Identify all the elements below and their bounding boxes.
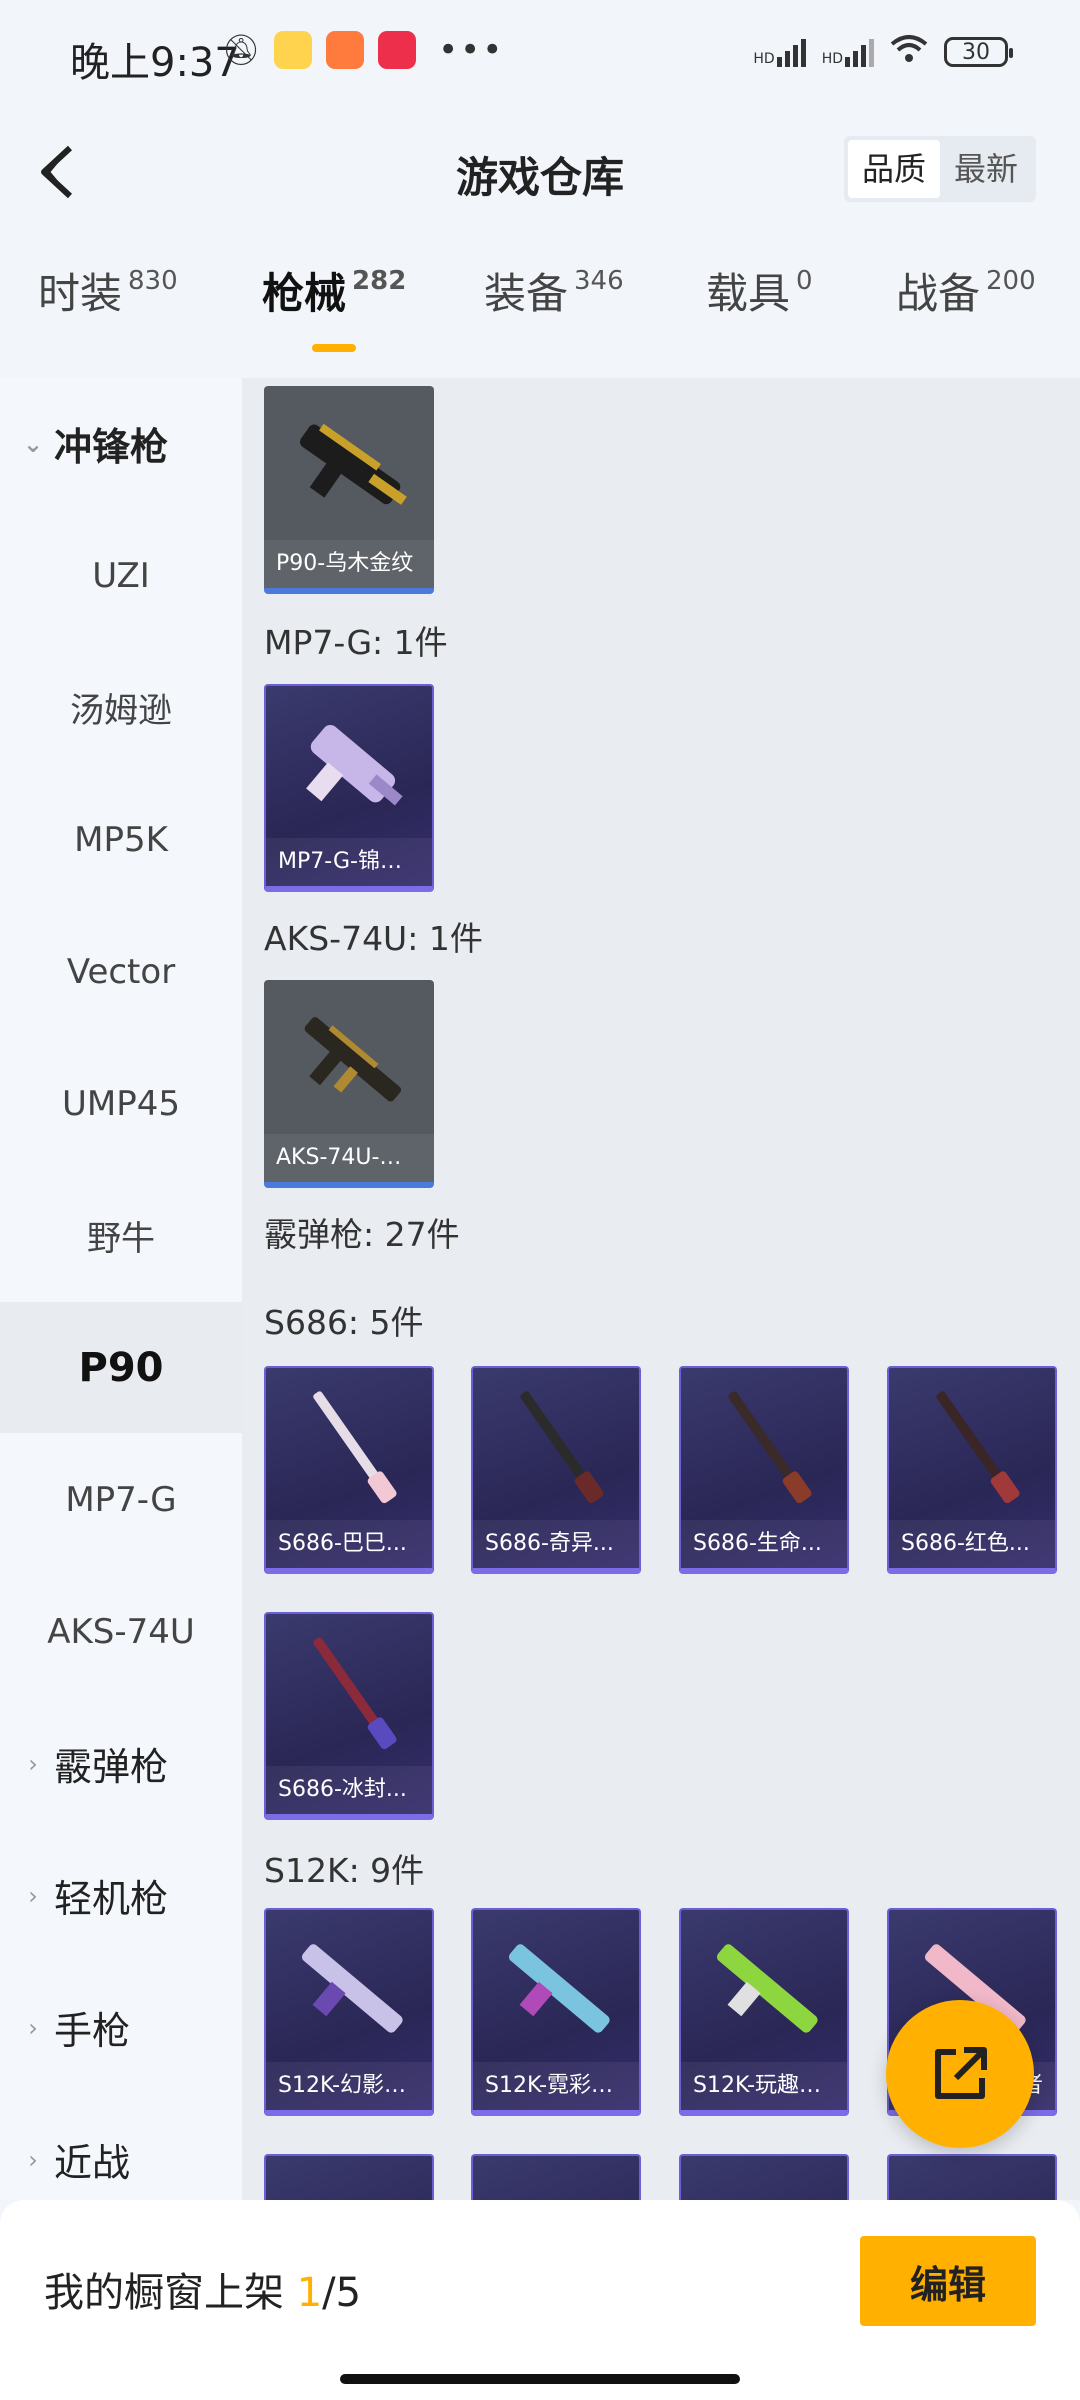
section-header-aks74u: AKS-74U: 1件	[264, 919, 483, 958]
section-header-mp7g: MP7-G: 1件	[264, 623, 448, 662]
weapon-card[interactable]: S686-生命...	[679, 1366, 849, 1574]
sidebar-group-smg[interactable]: ⌄ 冲锋枪	[0, 378, 242, 509]
section-header-s686: S686: 5件	[264, 1303, 424, 1342]
s12k-weapon-icon	[301, 1944, 403, 2033]
sidebar-item-p90[interactable]: P90	[0, 1302, 242, 1433]
signal-2-icon: HD	[822, 37, 874, 67]
sort-newest-option[interactable]: 最新	[940, 140, 1032, 198]
weapon-card[interactable]: S12K-幻影战神	[264, 1908, 434, 2116]
weapon-card[interactable]: S12K-霓彩脉冲	[471, 1908, 641, 2116]
weapon-card[interactable]: MP7-G-锦灰...	[264, 684, 434, 892]
sidebar-item-thompson[interactable]: 汤姆逊	[0, 642, 242, 773]
status-right-icons: HD HD 30	[753, 34, 1013, 70]
sidebar-item-vector[interactable]: Vector	[0, 906, 242, 1037]
muted-bell-icon: 🔕︎	[222, 32, 261, 68]
weapon-category-sidebar: ⌄ 冲锋枪 UZI 汤姆逊 MP5K Vector UMP45 野牛 P90 MP…	[0, 378, 242, 2200]
sidebar-group-shotgun[interactable]: › 霰弹枪	[0, 1698, 242, 1829]
weapon-card[interactable]: AKS-74U-乌...	[264, 980, 434, 1188]
app-icon-red	[378, 31, 417, 69]
weapon-card[interactable]: P90-乌木金纹	[264, 386, 434, 594]
active-tab-indicator	[312, 344, 356, 352]
s686-weapon-icon	[728, 1391, 812, 1504]
sidebar-group-lmg[interactable]: › 轻机枪	[0, 1830, 242, 1961]
battery-icon: 30	[944, 37, 1013, 67]
chevron-down-icon: ⌄	[22, 429, 44, 458]
showcase-count-label: 我的橱窗上架 1/5	[44, 2270, 362, 2316]
s686-weapon-icon	[936, 1391, 1020, 1504]
sidebar-item-bizon[interactable]: 野牛	[0, 1170, 242, 1301]
category-tabs: 时装 830 枪械 282 装备 346 载具 0 战备 200	[0, 260, 1080, 360]
edit-button[interactable]: 编辑	[860, 2236, 1036, 2326]
more-dots-icon: •••	[438, 30, 505, 70]
s686-weapon-icon	[313, 1391, 397, 1504]
section-header-shotgun: 霰弹枪: 27件	[264, 1215, 460, 1254]
chevron-right-icon: ›	[28, 1749, 38, 1778]
section-header-s12k: S12K: 9件	[264, 1851, 425, 1890]
s12k-weapon-icon	[716, 1944, 818, 2033]
chevron-right-icon: ›	[28, 2013, 38, 2042]
showcase-bottom-bar: 我的橱窗上架 1/5 编辑	[0, 2200, 1080, 2400]
weapon-card[interactable]	[679, 2154, 849, 2200]
share-fab-button[interactable]	[886, 2000, 1034, 2148]
p90-weapon-icon	[299, 423, 407, 505]
weapon-grid: P90-乌木金纹 MP7-G: 1件 MP7-G-锦灰... AKS-74U: …	[242, 378, 1080, 2200]
app-header: 游戏仓库 品质 最新	[0, 118, 1080, 224]
chevron-right-icon: ›	[28, 1881, 38, 1910]
weapon-card[interactable]: S12K-玩趣呆呆	[679, 1908, 849, 2116]
weapon-card[interactable]	[471, 2154, 641, 2200]
sort-quality-option[interactable]: 品质	[847, 140, 940, 198]
weapon-card[interactable]	[887, 2154, 1057, 2200]
tab-equipment[interactable]: 装备 346	[484, 260, 624, 321]
home-indicator[interactable]	[340, 2374, 740, 2384]
app-icon-orange	[326, 31, 365, 69]
sidebar-item-uzi[interactable]: UZI	[0, 510, 242, 641]
tab-firearms[interactable]: 枪械 282	[262, 260, 406, 321]
tab-fashion[interactable]: 时装 830	[38, 260, 178, 321]
aks74u-weapon-icon	[304, 1017, 402, 1102]
status-time: 晚上9:37	[70, 40, 240, 86]
weapon-card[interactable]: S686-红色...	[887, 1366, 1057, 1574]
s686-weapon-icon	[520, 1391, 604, 1504]
sidebar-group-pistol[interactable]: › 手枪	[0, 1962, 242, 2093]
app-icon-yellow	[274, 31, 313, 69]
tab-vehicles[interactable]: 载具 0	[706, 260, 813, 321]
signal-1-icon: HD	[753, 37, 806, 67]
tab-tactical[interactable]: 战备 200	[896, 260, 1036, 321]
status-app-icons: 🔕︎ •••	[222, 30, 504, 70]
sidebar-item-mp5k[interactable]: MP5K	[0, 774, 242, 905]
weapon-card[interactable]: S686-冰封...	[264, 1612, 434, 1820]
s12k-weapon-icon	[508, 1944, 610, 2033]
sidebar-item-mp7g[interactable]: MP7-G	[0, 1434, 242, 1565]
sidebar-item-ump45[interactable]: UMP45	[0, 1038, 242, 1169]
s686-weapon-icon	[313, 1637, 397, 1750]
wifi-icon	[890, 34, 928, 70]
status-bar: 晚上9:37 🔕︎ ••• HD HD 30	[0, 0, 1080, 118]
sidebar-item-aks74u[interactable]: AKS-74U	[0, 1566, 242, 1697]
weapon-card[interactable]: S686-巴巳...	[264, 1366, 434, 1574]
weapon-card[interactable]: S686-奇异...	[471, 1366, 641, 1574]
chevron-right-icon: ›	[28, 2145, 38, 2174]
mp7g-weapon-icon	[306, 725, 403, 806]
external-link-icon	[935, 2047, 987, 2099]
sort-toggle: 品质 最新	[843, 136, 1036, 202]
weapon-card[interactable]	[264, 2154, 434, 2200]
